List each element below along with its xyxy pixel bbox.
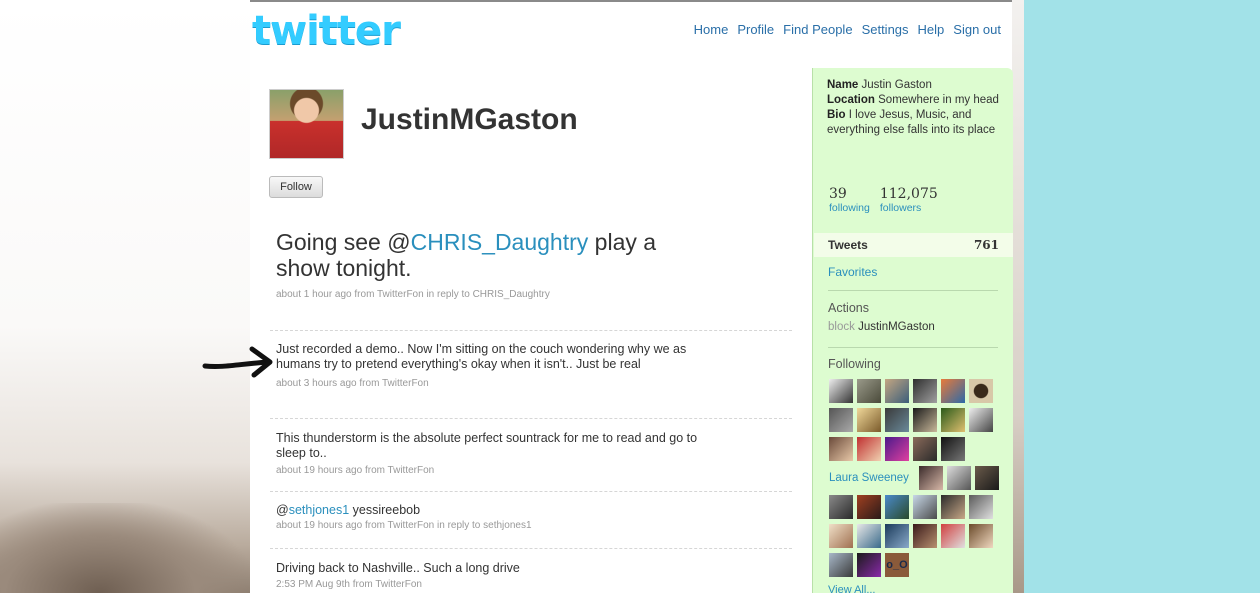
friend-avatar[interactable]	[829, 495, 853, 519]
avatar[interactable]	[269, 89, 344, 159]
tweet-divider	[270, 330, 792, 331]
following-avatar-grid: Laura Sweeney o_O	[829, 379, 1009, 582]
mention-link[interactable]: sethjones1	[289, 503, 349, 517]
friend-avatar[interactable]	[829, 379, 853, 403]
friend-avatar[interactable]	[913, 379, 937, 403]
nav-home[interactable]: Home	[694, 22, 729, 37]
tweet-text: Going see @CHRIS_Daughtry play a show to…	[276, 229, 657, 281]
nav-profile[interactable]: Profile	[737, 22, 774, 37]
tweet-meta: about 3 hours ago from TwitterFon	[276, 378, 429, 389]
friend-avatar[interactable]	[919, 466, 943, 490]
background-color-right	[1024, 0, 1260, 593]
profile-name: Justin Gaston	[861, 79, 932, 91]
friend-avatar[interactable]	[829, 524, 853, 548]
profile-location: Somewhere in my head	[878, 94, 999, 106]
tweet-text: Just recorded a demo.. Now I'm sitting o…	[276, 342, 687, 371]
nav-help[interactable]: Help	[918, 22, 945, 37]
tweet-latest: Going see @CHRIS_Daughtry play a show to…	[276, 229, 710, 300]
friend-avatar[interactable]	[885, 408, 909, 432]
mention-link[interactable]: CHRIS_Daughtry	[411, 229, 589, 255]
friend-avatar[interactable]	[857, 437, 881, 461]
friend-avatar[interactable]	[941, 379, 965, 403]
tweets-count-row[interactable]: Tweets 761	[814, 233, 1013, 257]
tweet-meta: about 19 hours ago from TwitterFon in re…	[276, 520, 532, 531]
friend-avatar[interactable]	[885, 437, 909, 461]
nav-sign-out[interactable]: Sign out	[953, 22, 1001, 37]
twitter-logo[interactable]: twitter	[252, 8, 401, 54]
friend-avatar[interactable]	[941, 437, 965, 461]
tweet-divider	[270, 548, 792, 549]
tweet-divider	[270, 418, 792, 419]
profile-bio: I love Jesus, Music, and everything else…	[827, 109, 996, 136]
friend-avatar[interactable]	[829, 437, 853, 461]
friend-avatar[interactable]	[857, 553, 881, 577]
friend-avatar[interactable]	[913, 437, 937, 461]
tweet-item: Just recorded a demo.. Now I'm sitting o…	[276, 342, 710, 389]
sidebar-divider	[828, 347, 998, 348]
hand-drawn-arrow-icon	[202, 346, 273, 378]
tweet-text: This thunderstorm is the absolute perfec…	[276, 431, 698, 460]
friend-avatar[interactable]	[969, 408, 993, 432]
friend-avatar[interactable]	[885, 379, 909, 403]
friend-avatar[interactable]	[913, 524, 937, 548]
follow-stats: 39 following 112,075 followers	[829, 186, 938, 214]
nav-settings[interactable]: Settings	[862, 22, 909, 37]
friend-avatar[interactable]	[857, 495, 881, 519]
tweet-meta: about 19 hours ago from TwitterFon	[276, 465, 435, 476]
profile-info: Name Justin Gaston Location Somewhere in…	[827, 79, 999, 136]
friend-avatar[interactable]	[947, 466, 971, 490]
tweet-text: Driving back to Nashville.. Such a long …	[276, 561, 520, 575]
block-action[interactable]: block JustinMGaston	[828, 321, 935, 333]
view-all-following-link[interactable]: View All...	[828, 584, 876, 596]
tweet-divider	[270, 491, 792, 492]
profile-sidebar: Name Justin Gaston Location Somewhere in…	[812, 68, 1013, 596]
favorites-link[interactable]: Favorites	[828, 265, 877, 279]
profile-username: JustinMGaston	[361, 103, 578, 136]
top-navigation: Home Profile Find People Settings Help S…	[694, 22, 1001, 37]
friend-avatar[interactable]	[969, 379, 993, 403]
friend-avatar[interactable]	[857, 379, 881, 403]
tweet-meta: 2:53 PM Aug 9th from TwitterFon	[276, 579, 422, 590]
actions-heading: Actions	[828, 301, 869, 315]
profile-timeline: JustinMGaston Follow Going see @CHRIS_Da…	[250, 68, 812, 593]
following-stat[interactable]: 39 following	[829, 186, 870, 214]
friend-avatar[interactable]	[913, 408, 937, 432]
friend-avatar[interactable]	[913, 495, 937, 519]
friend-avatar[interactable]: o_O	[885, 553, 909, 577]
tweet-meta: about 1 hour ago from TwitterFon in repl…	[276, 289, 550, 300]
background-hills	[0, 503, 250, 593]
friend-avatar[interactable]	[969, 524, 993, 548]
friend-avatar[interactable]	[857, 524, 881, 548]
followers-stat[interactable]: 112,075 followers	[880, 186, 938, 214]
background-image-strip	[1012, 0, 1024, 593]
friend-avatar[interactable]	[829, 553, 853, 577]
friend-avatar[interactable]	[969, 495, 993, 519]
nav-find-people[interactable]: Find People	[783, 22, 852, 37]
friend-avatar[interactable]	[941, 495, 965, 519]
friend-avatar[interactable]	[829, 408, 853, 432]
following-heading: Following	[828, 357, 881, 371]
following-name-link[interactable]: Laura Sweeney	[829, 466, 915, 490]
friend-avatar[interactable]	[885, 524, 909, 548]
follow-button[interactable]: Follow	[269, 176, 323, 198]
sidebar-divider	[828, 290, 998, 291]
tweet-item: @sethjones1 yessireebob about 19 hours a…	[276, 503, 710, 531]
friend-avatar[interactable]	[885, 495, 909, 519]
friend-avatar[interactable]	[941, 524, 965, 548]
friend-avatar[interactable]	[857, 408, 881, 432]
friend-avatar[interactable]	[941, 408, 965, 432]
tweets-count: 761	[973, 238, 999, 252]
friend-avatar[interactable]	[975, 466, 999, 490]
tweet-item: Driving back to Nashville.. Such a long …	[276, 561, 710, 590]
tweet-item: This thunderstorm is the absolute perfec…	[276, 431, 710, 476]
tweet-text: @sethjones1 yessireebob	[276, 503, 421, 517]
